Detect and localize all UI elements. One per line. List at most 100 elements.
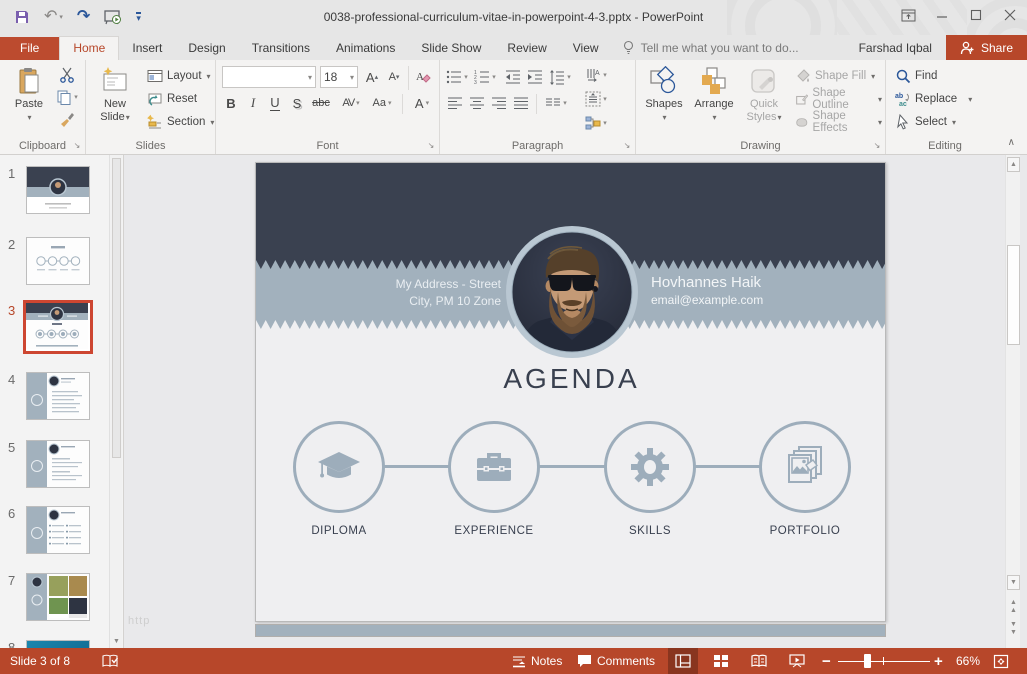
grow-font-button[interactable]: A▴ bbox=[362, 66, 382, 88]
spell-check-button[interactable] bbox=[102, 648, 119, 674]
italic-button[interactable]: I bbox=[242, 92, 264, 114]
decrease-indent-icon bbox=[505, 69, 521, 85]
zoom-out-button[interactable]: − bbox=[822, 648, 831, 674]
tab-transitions[interactable]: Transitions bbox=[239, 37, 323, 60]
convert-to-smartart-button[interactable]: ▾ bbox=[580, 112, 612, 134]
notes-icon bbox=[512, 655, 526, 668]
tab-design[interactable]: Design bbox=[175, 37, 238, 60]
slide-show-view-button[interactable] bbox=[782, 648, 812, 674]
slide-number: 1 bbox=[8, 166, 15, 181]
tab-slide-show[interactable]: Slide Show bbox=[408, 37, 494, 60]
notes-button[interactable]: Notes bbox=[512, 648, 562, 674]
justify-button[interactable] bbox=[510, 92, 532, 114]
shrink-font-button[interactable]: A▾ bbox=[384, 66, 404, 88]
minimize-button[interactable] bbox=[925, 0, 959, 30]
slide-heading[interactable]: AGENDA bbox=[256, 363, 886, 395]
next-slide-button[interactable]: ▼▼ bbox=[1007, 621, 1020, 639]
copy-button[interactable]: ▾ bbox=[56, 86, 78, 108]
fit-slide-to-window-button[interactable] bbox=[993, 648, 1009, 674]
normal-view-button[interactable] bbox=[668, 648, 698, 674]
zoom-slider-track[interactable] bbox=[838, 661, 930, 662]
text-shadow-button[interactable]: S bbox=[286, 92, 308, 114]
tab-review[interactable]: Review bbox=[494, 37, 559, 60]
reset-button[interactable]: Reset bbox=[144, 88, 200, 109]
arrange-button[interactable]: Arrange bbox=[690, 64, 738, 130]
tell-me-box[interactable]: Tell me what you want to do... bbox=[612, 36, 809, 60]
align-right-button[interactable] bbox=[488, 92, 510, 114]
maximize-button[interactable] bbox=[959, 0, 993, 30]
share-button[interactable]: Share bbox=[946, 35, 1027, 60]
bullets-button[interactable]: ▾ bbox=[444, 66, 470, 88]
thumbnail-scrollbar-thumb[interactable] bbox=[112, 158, 121, 458]
close-button[interactable] bbox=[993, 0, 1027, 30]
ribbon-display-options-button[interactable] bbox=[891, 0, 925, 30]
section-button[interactable]: Section bbox=[144, 111, 217, 132]
cut-button[interactable] bbox=[56, 64, 78, 86]
scroll-down-button[interactable]: ▼ bbox=[1007, 575, 1020, 590]
scroll-up-button[interactable]: ▲ bbox=[1007, 157, 1020, 172]
font-color-button[interactable]: A▾ bbox=[408, 92, 436, 114]
address-textbox[interactable]: My Address - Street City, PM 10 Zone bbox=[396, 276, 501, 310]
paste-button[interactable]: Paste bbox=[4, 64, 54, 130]
paragraph-dialog-launcher[interactable] bbox=[622, 141, 632, 151]
increase-indent-button[interactable] bbox=[524, 66, 546, 88]
change-case-button[interactable]: Aa▾ bbox=[368, 92, 396, 114]
format-painter-button[interactable] bbox=[56, 108, 78, 130]
slide-indicator[interactable]: Slide 3 of 8 bbox=[10, 648, 70, 674]
agenda-item-skills[interactable] bbox=[604, 421, 696, 513]
agenda-item-portfolio[interactable] bbox=[759, 421, 851, 513]
bold-button[interactable]: B bbox=[220, 92, 242, 114]
shape-fill-button[interactable]: Shape Fill bbox=[792, 65, 878, 86]
tab-animations[interactable]: Animations bbox=[323, 37, 408, 60]
font-size-combo[interactable]: 18▾ bbox=[320, 66, 358, 88]
find-button[interactable]: Find bbox=[892, 65, 940, 86]
account-name[interactable]: Farshad Iqbal bbox=[845, 37, 946, 60]
clipboard-dialog-launcher[interactable] bbox=[72, 141, 82, 151]
numbering-button[interactable]: 123▾ bbox=[472, 66, 498, 88]
comments-button[interactable]: Comments bbox=[577, 648, 655, 674]
character-spacing-button[interactable]: AV▾ bbox=[336, 92, 366, 114]
strikethrough-button[interactable]: abc bbox=[308, 92, 334, 114]
zoom-slider-thumb[interactable] bbox=[864, 654, 871, 668]
slide-editing-surface[interactable]: My Address - Street City, PM 10 Zone Hov… bbox=[255, 162, 886, 622]
thumbnail-scroll-down-button[interactable]: ▼ bbox=[110, 635, 123, 648]
tab-insert[interactable]: Insert bbox=[119, 37, 175, 60]
shapes-button[interactable]: Shapes bbox=[640, 64, 688, 130]
replace-button[interactable]: abac Replace bbox=[892, 88, 975, 109]
main-scrollbar[interactable]: ▲ ▼ ▲▲ ▼▼ bbox=[1005, 155, 1020, 648]
layout-button[interactable]: Layout bbox=[144, 65, 214, 86]
scrollbar-thumb[interactable] bbox=[1007, 245, 1020, 345]
columns-button[interactable]: ▾ bbox=[542, 92, 570, 114]
select-button[interactable]: Select bbox=[892, 111, 959, 132]
align-center-button[interactable] bbox=[466, 92, 488, 114]
slide-sorter-view-button[interactable] bbox=[706, 648, 736, 674]
line-spacing-button[interactable]: ▾ bbox=[546, 66, 574, 88]
shape-effects-button[interactable]: Shape Effects bbox=[792, 111, 885, 132]
tab-file[interactable]: File bbox=[0, 37, 59, 60]
align-left-button[interactable] bbox=[444, 92, 466, 114]
tab-home[interactable]: Home bbox=[59, 36, 119, 60]
tab-view[interactable]: View bbox=[560, 37, 612, 60]
new-slide-button[interactable]: New Slide bbox=[90, 64, 140, 130]
agenda-item-diploma[interactable] bbox=[293, 421, 385, 513]
align-text-button[interactable]: ▾ bbox=[580, 88, 612, 110]
shape-outline-button[interactable]: Shape Outline bbox=[792, 88, 885, 109]
thumbnail-scrollbar[interactable]: ▼ bbox=[109, 155, 122, 648]
underline-button[interactable]: U bbox=[264, 92, 286, 114]
font-name-combo[interactable]: ▾ bbox=[222, 66, 316, 88]
decrease-indent-button[interactable] bbox=[502, 66, 524, 88]
collapse-ribbon-button[interactable]: ∧ bbox=[1008, 137, 1015, 148]
drawing-dialog-launcher[interactable] bbox=[872, 141, 882, 151]
clear-formatting-button[interactable]: A bbox=[412, 66, 434, 88]
agenda-item-experience[interactable] bbox=[448, 421, 540, 513]
text-direction-button[interactable]: A▾ bbox=[580, 64, 612, 86]
zoom-in-button[interactable]: + bbox=[934, 648, 943, 674]
zoom-level[interactable]: 66% bbox=[956, 648, 980, 674]
profile-photo[interactable] bbox=[506, 226, 638, 358]
reading-view-button[interactable] bbox=[744, 648, 774, 674]
quick-styles-button[interactable]: Quick Styles bbox=[740, 64, 788, 130]
person-textbox[interactable]: Hovhannes Haik email@example.com bbox=[651, 273, 763, 309]
font-dialog-launcher[interactable] bbox=[426, 141, 436, 151]
title-bar: ↶▾ ↷ ▾ 0038-professional-curriculum-vita… bbox=[0, 0, 1027, 35]
previous-slide-button[interactable]: ▲▲ bbox=[1007, 599, 1020, 617]
